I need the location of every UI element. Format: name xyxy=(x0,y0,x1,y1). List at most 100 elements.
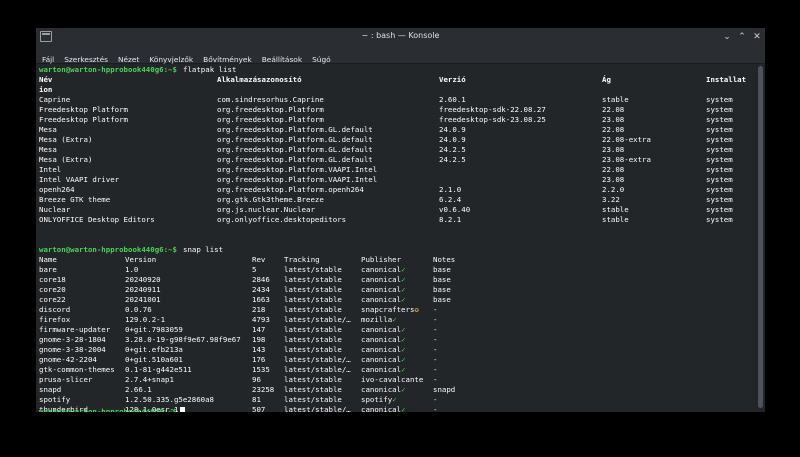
table-cell: 4793 xyxy=(252,315,270,324)
verified-check-icon: ✓ xyxy=(401,295,406,304)
table-cell: system xyxy=(706,205,733,214)
column-header: Rev xyxy=(252,255,266,264)
table-cell: gnome-42-2204 xyxy=(39,355,97,364)
table-cell: latest/stable xyxy=(284,285,342,294)
table-cell: - xyxy=(433,315,438,324)
table-cell: org.freedesktop.Platform xyxy=(217,115,324,124)
table-cell: org.freedesktop.Platform.GL.default xyxy=(217,125,373,134)
table-cell: 96 xyxy=(252,375,261,384)
window-title: ~ : bash — Konsole xyxy=(361,31,440,40)
verified-check-icon: ✓ xyxy=(401,285,406,294)
table-cell: 23258 xyxy=(252,385,275,394)
table-cell: 147 xyxy=(252,325,266,334)
table-cell: 1.2.50.335.g5e2860a8 xyxy=(125,395,214,404)
table-cell: org.freedesktop.Platform.GL.default xyxy=(217,135,373,144)
table-cell: 1535 xyxy=(252,365,270,374)
table-cell: Breeze GTK theme xyxy=(39,195,111,204)
table-cell: 507 xyxy=(252,405,266,412)
table-cell: system xyxy=(706,145,733,154)
table-cell: 24.2.5 xyxy=(439,155,466,164)
table-cell: 218 xyxy=(252,305,266,314)
column-header: Ág xyxy=(602,75,611,84)
column-header-wrap: ion xyxy=(39,85,53,94)
table-cell: org.onlyoffice.desktopeditors xyxy=(217,215,347,224)
table-cell: stable xyxy=(602,215,629,224)
table-cell: 5 xyxy=(252,265,257,274)
column-header: Verzió xyxy=(439,75,466,84)
table-cell: latest/stable/… xyxy=(284,405,351,412)
table-cell: system xyxy=(706,105,733,114)
verified-check-icon: ✓ xyxy=(401,265,406,274)
table-cell: discord xyxy=(39,305,71,314)
table-cell: org.freedesktop.Platform.openh264 xyxy=(217,185,364,194)
table-cell: base xyxy=(433,295,451,304)
table-cell: ivo-cavalcante xyxy=(361,375,424,384)
table-cell: spotify xyxy=(39,395,71,404)
table-cell: 24.0.9 xyxy=(439,125,466,134)
konsole-window: ~ : bash — Konsole ⌄ ⌃ ✕ Fájl Szerkesztés… xyxy=(36,28,765,412)
table-cell: 198 xyxy=(252,335,266,344)
table-cell: 24.2.5 xyxy=(439,145,466,154)
table-cell: Mesa xyxy=(39,145,57,154)
command-text: snap list xyxy=(183,245,224,254)
column-header: Version xyxy=(125,255,157,264)
table-cell: Freedesktop Platform xyxy=(39,115,128,124)
table-cell: org.js.nuclear.Nuclear xyxy=(217,205,315,214)
table-cell: system xyxy=(706,115,733,124)
cursor xyxy=(180,407,185,412)
table-cell: 22.08-extra xyxy=(602,135,651,144)
table-cell: system xyxy=(706,185,733,194)
command-text: flatpak list xyxy=(183,65,237,74)
table-cell: 2846 xyxy=(252,275,270,284)
prompt: warton@warton-hpprobook440g6:~$ xyxy=(39,65,177,74)
scrollbar[interactable] xyxy=(758,66,763,408)
column-header: Installat xyxy=(706,75,747,84)
table-cell: prusa-slicer xyxy=(39,375,93,384)
title-bar[interactable]: ~ : bash — Konsole ⌄ ⌃ ✕ xyxy=(36,28,765,47)
table-cell: system xyxy=(706,215,733,224)
maximize-button[interactable]: ⌃ xyxy=(735,30,749,44)
table-cell: latest/stable xyxy=(284,265,342,274)
table-cell: canonical xyxy=(361,295,402,304)
column-header: Name xyxy=(39,255,57,264)
minimize-button[interactable]: ⌄ xyxy=(720,30,734,44)
table-cell: 0+git.510a601 xyxy=(125,355,183,364)
column-header: Tracking xyxy=(284,255,320,264)
verified-check-icon: ✓ xyxy=(392,315,397,324)
table-cell: 0.1-81-g442e511 xyxy=(125,365,192,374)
table-cell: 23.08 xyxy=(602,145,625,154)
prompt: warton@warton-hpprobook440g6:~$ xyxy=(39,407,177,412)
table-cell: core22 xyxy=(39,295,66,304)
table-cell: 24.0.9 xyxy=(439,135,466,144)
table-cell: Intel VAAPI driver xyxy=(39,175,120,184)
column-header: Alkalmazásazonosító xyxy=(217,75,302,84)
verified-check-icon: ✓ xyxy=(401,335,406,344)
table-cell: system xyxy=(706,125,733,134)
column-header: Notes xyxy=(433,255,456,264)
table-cell: 22.08 xyxy=(602,105,625,114)
table-cell: 1663 xyxy=(252,295,270,304)
table-cell: Mesa (Extra) xyxy=(39,135,93,144)
scrollbar-thumb[interactable] xyxy=(758,66,763,408)
table-cell: 20240911 xyxy=(125,285,161,294)
table-cell: base xyxy=(433,265,451,274)
table-cell: - xyxy=(433,305,438,314)
terminal-output[interactable]: warton@warton-hpprobook440g6:~$ flatpak l… xyxy=(36,64,755,412)
table-cell: firmware-updater xyxy=(39,325,111,334)
table-cell: firefox xyxy=(39,315,71,324)
table-cell: - xyxy=(433,395,438,404)
verified-check-icon: ✓ xyxy=(401,355,406,364)
table-cell: 3.28.0-19-g98f9e67.98f9e67 xyxy=(125,335,241,344)
table-cell: latest/stable xyxy=(284,345,342,354)
menu-bar: Fájl Szerkesztés Nézet Könyvjelzők Bővítmény… xyxy=(36,47,765,64)
table-cell: 2.2.0 xyxy=(602,185,625,194)
verified-check-icon: ✓ xyxy=(392,395,397,404)
table-cell: - xyxy=(433,375,438,384)
table-cell: gnome-3-28-1804 xyxy=(39,335,106,344)
close-button[interactable]: ✕ xyxy=(750,30,764,44)
table-cell: 2.66.1 xyxy=(125,385,152,394)
table-cell: 143 xyxy=(252,345,266,354)
table-cell: system xyxy=(706,165,733,174)
table-cell: canonical xyxy=(361,275,402,284)
table-cell: stable xyxy=(602,205,629,214)
